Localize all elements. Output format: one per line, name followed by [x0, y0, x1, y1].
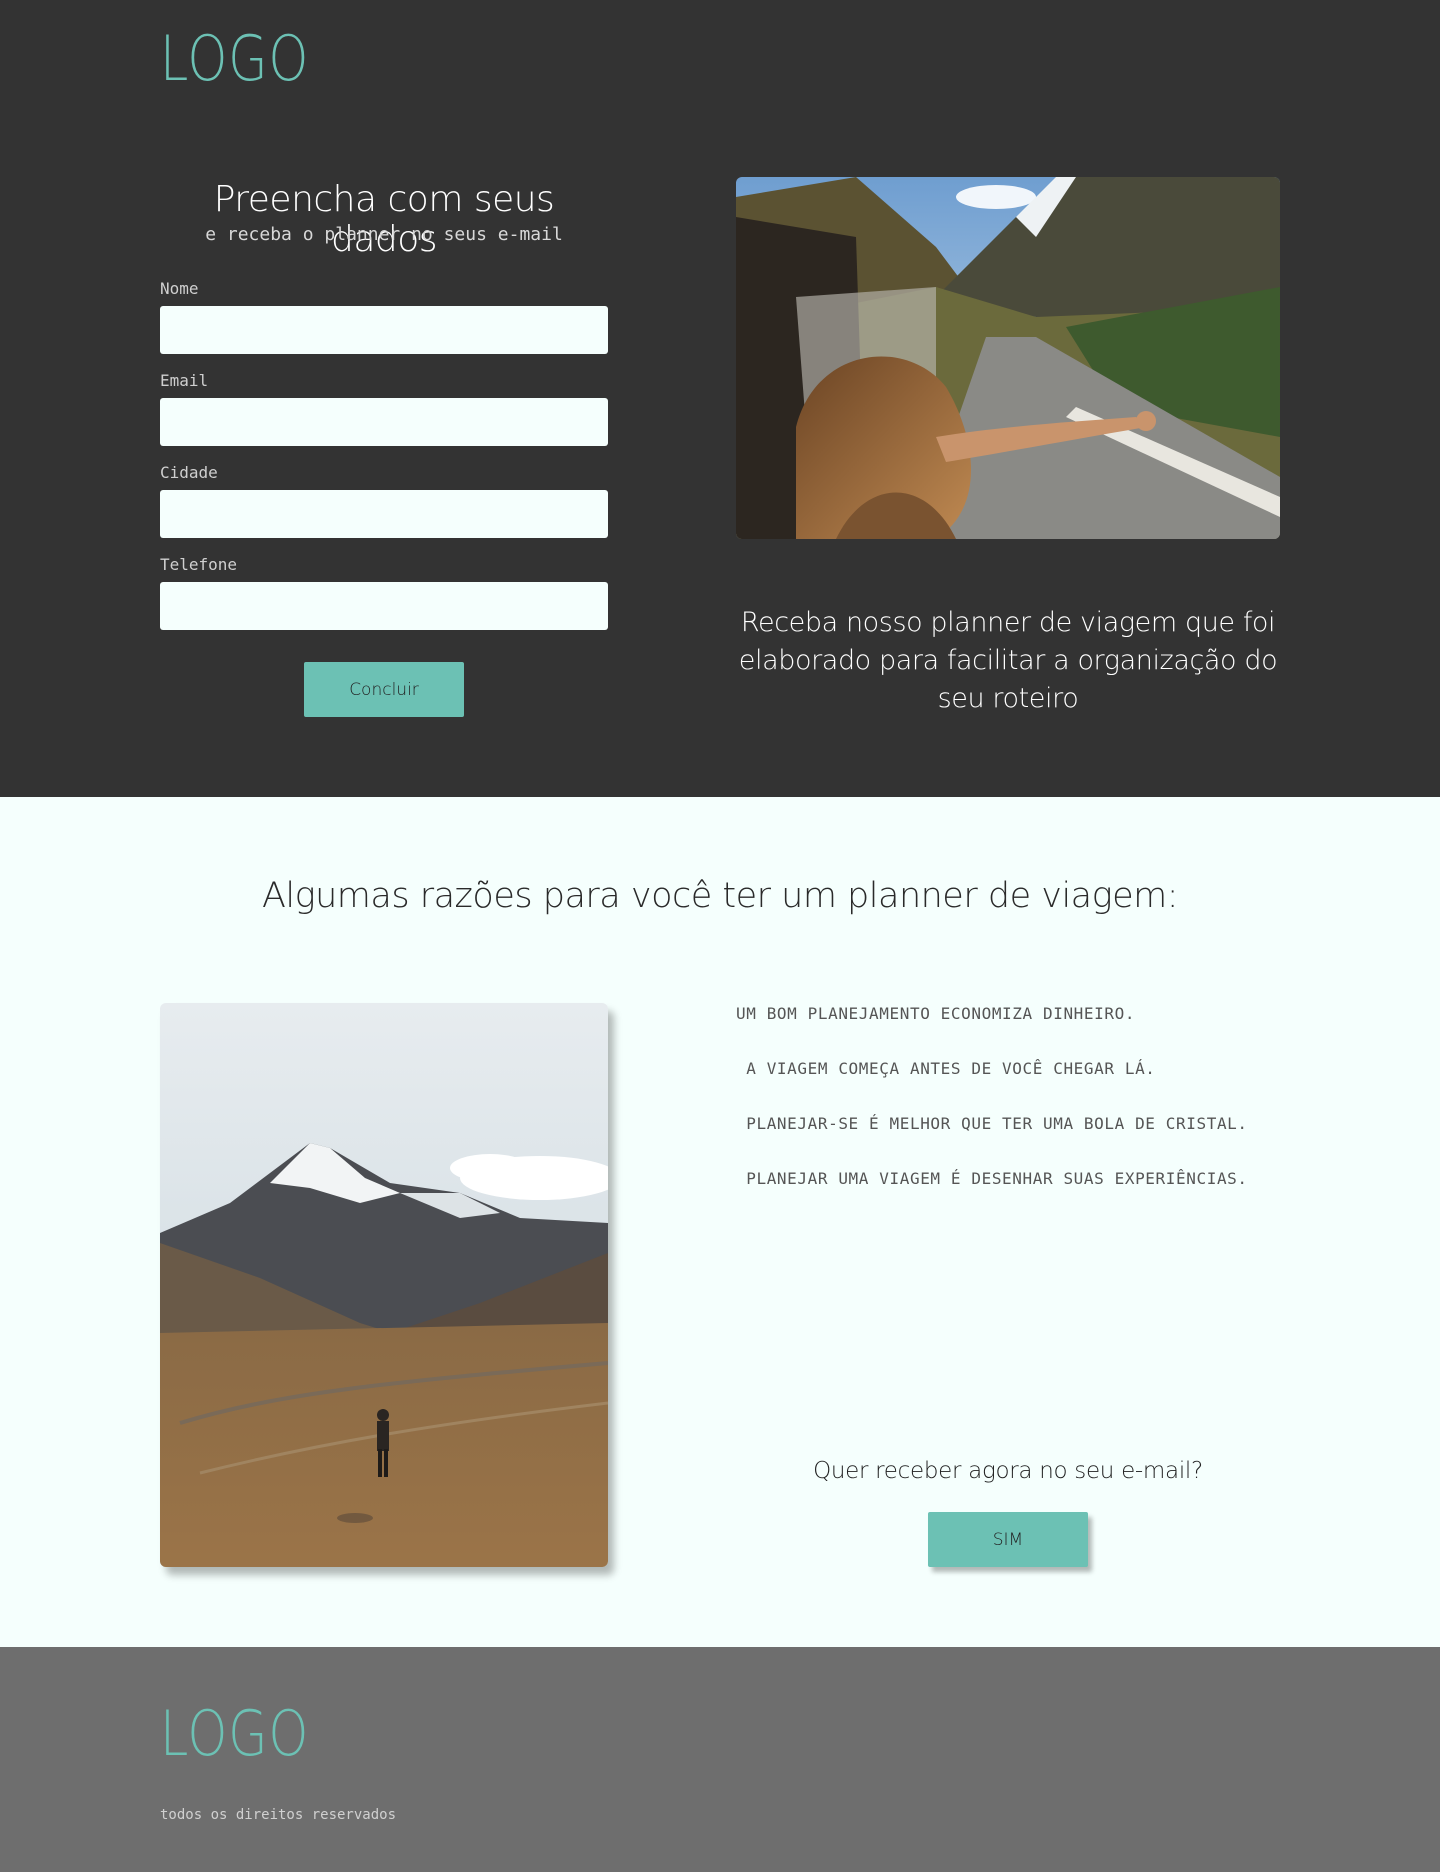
name-input[interactable]: [160, 306, 608, 354]
road-trip-photo-icon: [736, 177, 1280, 539]
phone-input[interactable]: [160, 582, 608, 630]
city-input[interactable]: [160, 490, 608, 538]
footer-logo[interactable]: LOGO: [160, 1703, 309, 1765]
list-item: PLANEJAR UMA VIAGEM É DESENHAR SUAS EXPE…: [736, 1169, 1248, 1188]
list-item: A VIAGEM COMEÇA ANTES DE VOCÊ CHEGAR LÁ.: [736, 1059, 1156, 1078]
footer: LOGO todos os direitos reservados: [0, 1647, 1440, 1872]
promo-text: Receba nosso planner de viagem que foi e…: [738, 607, 1278, 714]
form-subtitle: e receba o planner no seus e-mail: [205, 224, 563, 245]
email-label: Email: [160, 371, 209, 390]
signup-section: LOGO Preencha com seus dados e receba o …: [0, 0, 1440, 797]
city-label: Cidade: [160, 463, 218, 482]
submit-button[interactable]: Concluir: [304, 662, 464, 717]
list-item: PLANEJAR-SE É MELHOR QUE TER UMA BOLA DE…: [736, 1114, 1248, 1133]
form-title: Preencha com seus dados: [213, 179, 555, 260]
yes-button[interactable]: SIM: [928, 1512, 1088, 1567]
reasons-list: UM BOM PLANEJAMENTO ECONOMIZA DINHEIRO. …: [736, 1004, 1296, 1224]
reasons-title: Algumas razões para você ter um planner …: [261, 876, 1179, 916]
phone-label: Telefone: [160, 555, 238, 574]
email-question: Quer receber agora no seu e-mail?: [813, 1458, 1203, 1484]
header-logo[interactable]: LOGO: [160, 28, 309, 90]
list-item: UM BOM PLANEJAMENTO ECONOMIZA DINHEIRO.: [736, 1004, 1136, 1023]
mountain-hiker-photo-icon: [160, 1003, 608, 1567]
email-input[interactable]: [160, 398, 608, 446]
copyright-text: todos os direitos reservados: [160, 1807, 397, 1823]
name-label: Nome: [160, 279, 199, 298]
